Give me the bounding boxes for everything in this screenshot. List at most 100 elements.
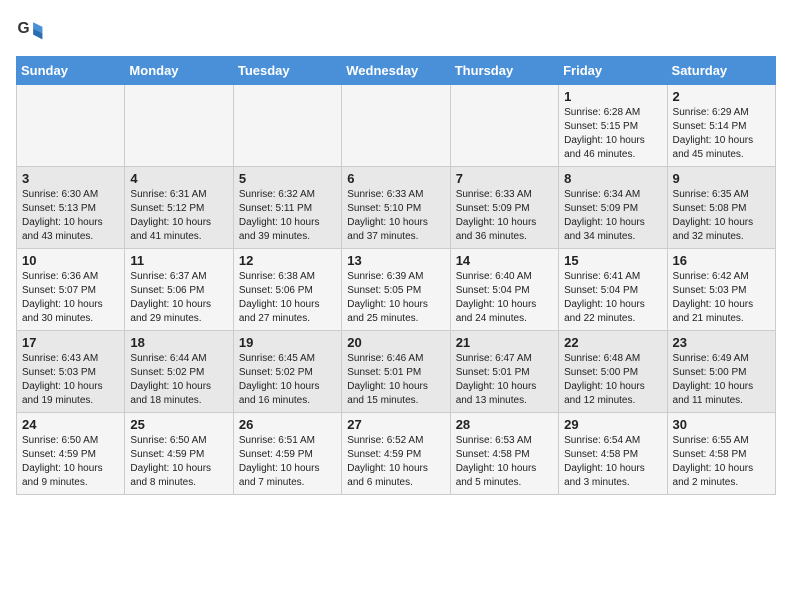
- day-number: 26: [239, 417, 336, 432]
- day-number: 14: [456, 253, 553, 268]
- calendar-cell: 23 Sunrise: 6:49 AM Sunset: 5:00 PM Dayli…: [667, 331, 775, 413]
- day-number: 5: [239, 171, 336, 186]
- day-number: 3: [22, 171, 119, 186]
- day-info: Sunrise: 6:32 AM Sunset: 5:11 PM Dayligh…: [239, 188, 336, 244]
- day-info: Sunrise: 6:42 AM Sunset: 5:03 PM Dayligh…: [673, 270, 770, 326]
- day-info: Sunrise: 6:33 AM Sunset: 5:09 PM Dayligh…: [456, 188, 553, 244]
- calendar-cell: 5 Sunrise: 6:32 AM Sunset: 5:11 PM Daylig…: [233, 167, 341, 249]
- calendar-cell: 9 Sunrise: 6:35 AM Sunset: 5:08 PM Daylig…: [667, 167, 775, 249]
- calendar-cell: 29 Sunrise: 6:54 AM Sunset: 4:58 PM Dayli…: [559, 413, 667, 495]
- calendar-cell: 10 Sunrise: 6:36 AM Sunset: 5:07 PM Dayli…: [17, 249, 125, 331]
- day-info: Sunrise: 6:29 AM Sunset: 5:14 PM Dayligh…: [673, 106, 770, 162]
- day-info: Sunrise: 6:48 AM Sunset: 5:00 PM Dayligh…: [564, 352, 661, 408]
- day-info: Sunrise: 6:46 AM Sunset: 5:01 PM Dayligh…: [347, 352, 444, 408]
- day-info: Sunrise: 6:50 AM Sunset: 4:59 PM Dayligh…: [22, 434, 119, 490]
- day-number: 4: [130, 171, 227, 186]
- logo-icon: G: [16, 16, 44, 44]
- day-info: Sunrise: 6:40 AM Sunset: 5:04 PM Dayligh…: [456, 270, 553, 326]
- page-header: G: [16, 16, 776, 44]
- day-number: 29: [564, 417, 661, 432]
- calendar-cell: 11Sunrise: 6:37 AM Sunset: 5:06 PM Dayli…: [125, 249, 233, 331]
- day-number: 23: [673, 335, 770, 350]
- day-info: Sunrise: 6:39 AM Sunset: 5:05 PM Dayligh…: [347, 270, 444, 326]
- day-info: Sunrise: 6:30 AM Sunset: 5:13 PM Dayligh…: [22, 188, 119, 244]
- logo: G: [16, 16, 48, 44]
- calendar-cell: 1 Sunrise: 6:28 AM Sunset: 5:15 PM Daylig…: [559, 85, 667, 167]
- calendar-cell: 24 Sunrise: 6:50 AM Sunset: 4:59 PM Dayli…: [17, 413, 125, 495]
- calendar-cell: 26 Sunrise: 6:51 AM Sunset: 4:59 PM Dayli…: [233, 413, 341, 495]
- day-number: 20: [347, 335, 444, 350]
- day-number: 17: [22, 335, 119, 350]
- day-info: Sunrise: 6:31 AM Sunset: 5:12 PM Dayligh…: [130, 188, 227, 244]
- calendar-cell: 16 Sunrise: 6:42 AM Sunset: 5:03 PM Dayli…: [667, 249, 775, 331]
- day-number: 28: [456, 417, 553, 432]
- calendar-cell: 28 Sunrise: 6:53 AM Sunset: 4:58 PM Dayli…: [450, 413, 558, 495]
- day-info: Sunrise: 6:34 AM Sunset: 5:09 PM Dayligh…: [564, 188, 661, 244]
- weekday-header-wednesday: Wednesday: [342, 57, 450, 85]
- calendar-cell: 4 Sunrise: 6:31 AM Sunset: 5:12 PM Daylig…: [125, 167, 233, 249]
- calendar-cell: 2Sunrise: 6:29 AM Sunset: 5:14 PM Daylig…: [667, 85, 775, 167]
- calendar-cell: 25 Sunrise: 6:50 AM Sunset: 4:59 PM Dayli…: [125, 413, 233, 495]
- day-info: Sunrise: 6:28 AM Sunset: 5:15 PM Dayligh…: [564, 106, 661, 162]
- day-info: Sunrise: 6:47 AM Sunset: 5:01 PM Dayligh…: [456, 352, 553, 408]
- day-info: Sunrise: 6:43 AM Sunset: 5:03 PM Dayligh…: [22, 352, 119, 408]
- day-info: Sunrise: 6:44 AM Sunset: 5:02 PM Dayligh…: [130, 352, 227, 408]
- calendar-cell: 8 Sunrise: 6:34 AM Sunset: 5:09 PM Daylig…: [559, 167, 667, 249]
- day-number: 15: [564, 253, 661, 268]
- weekday-header-monday: Monday: [125, 57, 233, 85]
- calendar-cell: 18 Sunrise: 6:44 AM Sunset: 5:02 PM Dayli…: [125, 331, 233, 413]
- weekday-header-thursday: Thursday: [450, 57, 558, 85]
- day-number: 24: [22, 417, 119, 432]
- day-number: 22: [564, 335, 661, 350]
- calendar-cell: 12 Sunrise: 6:38 AM Sunset: 5:06 PM Dayli…: [233, 249, 341, 331]
- calendar-cell: 19 Sunrise: 6:45 AM Sunset: 5:02 PM Dayli…: [233, 331, 341, 413]
- calendar-cell: 14 Sunrise: 6:40 AM Sunset: 5:04 PM Dayli…: [450, 249, 558, 331]
- weekday-header-tuesday: Tuesday: [233, 57, 341, 85]
- calendar-cell: [17, 85, 125, 167]
- day-info: Sunrise: 6:41 AM Sunset: 5:04 PM Dayligh…: [564, 270, 661, 326]
- weekday-header-friday: Friday: [559, 57, 667, 85]
- day-info: Sunrise: 6:38 AM Sunset: 5:06 PM Dayligh…: [239, 270, 336, 326]
- calendar-cell: [125, 85, 233, 167]
- day-number: 18: [130, 335, 227, 350]
- day-info: Sunrise: 6:50 AM Sunset: 4:59 PM Dayligh…: [130, 434, 227, 490]
- day-number: 27: [347, 417, 444, 432]
- calendar-cell: 30 Sunrise: 6:55 AM Sunset: 4:58 PM Dayli…: [667, 413, 775, 495]
- calendar-cell: [233, 85, 341, 167]
- day-info: Sunrise: 6:33 AM Sunset: 5:10 PM Dayligh…: [347, 188, 444, 244]
- day-number: 9: [673, 171, 770, 186]
- calendar-cell: 7Sunrise: 6:33 AM Sunset: 5:09 PM Daylig…: [450, 167, 558, 249]
- day-number: 13: [347, 253, 444, 268]
- calendar-cell: 3 Sunrise: 6:30 AM Sunset: 5:13 PM Daylig…: [17, 167, 125, 249]
- calendar-cell: 21Sunrise: 6:47 AM Sunset: 5:01 PM Dayli…: [450, 331, 558, 413]
- day-number: 10: [22, 253, 119, 268]
- day-number: 8: [564, 171, 661, 186]
- day-info: Sunrise: 6:54 AM Sunset: 4:58 PM Dayligh…: [564, 434, 661, 490]
- day-info: Sunrise: 6:49 AM Sunset: 5:00 PM Dayligh…: [673, 352, 770, 408]
- day-info: Sunrise: 6:36 AM Sunset: 5:07 PM Dayligh…: [22, 270, 119, 326]
- calendar-cell: 17 Sunrise: 6:43 AM Sunset: 5:03 PM Dayli…: [17, 331, 125, 413]
- day-info: Sunrise: 6:35 AM Sunset: 5:08 PM Dayligh…: [673, 188, 770, 244]
- day-info: Sunrise: 6:55 AM Sunset: 4:58 PM Dayligh…: [673, 434, 770, 490]
- calendar-cell: 22 Sunrise: 6:48 AM Sunset: 5:00 PM Dayli…: [559, 331, 667, 413]
- calendar-cell: 15 Sunrise: 6:41 AM Sunset: 5:04 PM Dayli…: [559, 249, 667, 331]
- day-info: Sunrise: 6:52 AM Sunset: 4:59 PM Dayligh…: [347, 434, 444, 490]
- weekday-header-saturday: Saturday: [667, 57, 775, 85]
- day-number: 6: [347, 171, 444, 186]
- day-number: 16: [673, 253, 770, 268]
- day-number: 1: [564, 89, 661, 104]
- day-number: 25: [130, 417, 227, 432]
- day-info: Sunrise: 6:53 AM Sunset: 4:58 PM Dayligh…: [456, 434, 553, 490]
- weekday-header-sunday: Sunday: [17, 57, 125, 85]
- day-number: 19: [239, 335, 336, 350]
- day-number: 11: [130, 253, 227, 268]
- calendar-cell: [450, 85, 558, 167]
- calendar-cell: 20 Sunrise: 6:46 AM Sunset: 5:01 PM Dayli…: [342, 331, 450, 413]
- day-info: Sunrise: 6:51 AM Sunset: 4:59 PM Dayligh…: [239, 434, 336, 490]
- calendar-cell: 6 Sunrise: 6:33 AM Sunset: 5:10 PM Daylig…: [342, 167, 450, 249]
- day-number: 30: [673, 417, 770, 432]
- calendar-cell: 13 Sunrise: 6:39 AM Sunset: 5:05 PM Dayli…: [342, 249, 450, 331]
- day-info: Sunrise: 6:45 AM Sunset: 5:02 PM Dayligh…: [239, 352, 336, 408]
- day-number: 12: [239, 253, 336, 268]
- calendar-cell: 27 Sunrise: 6:52 AM Sunset: 4:59 PM Dayli…: [342, 413, 450, 495]
